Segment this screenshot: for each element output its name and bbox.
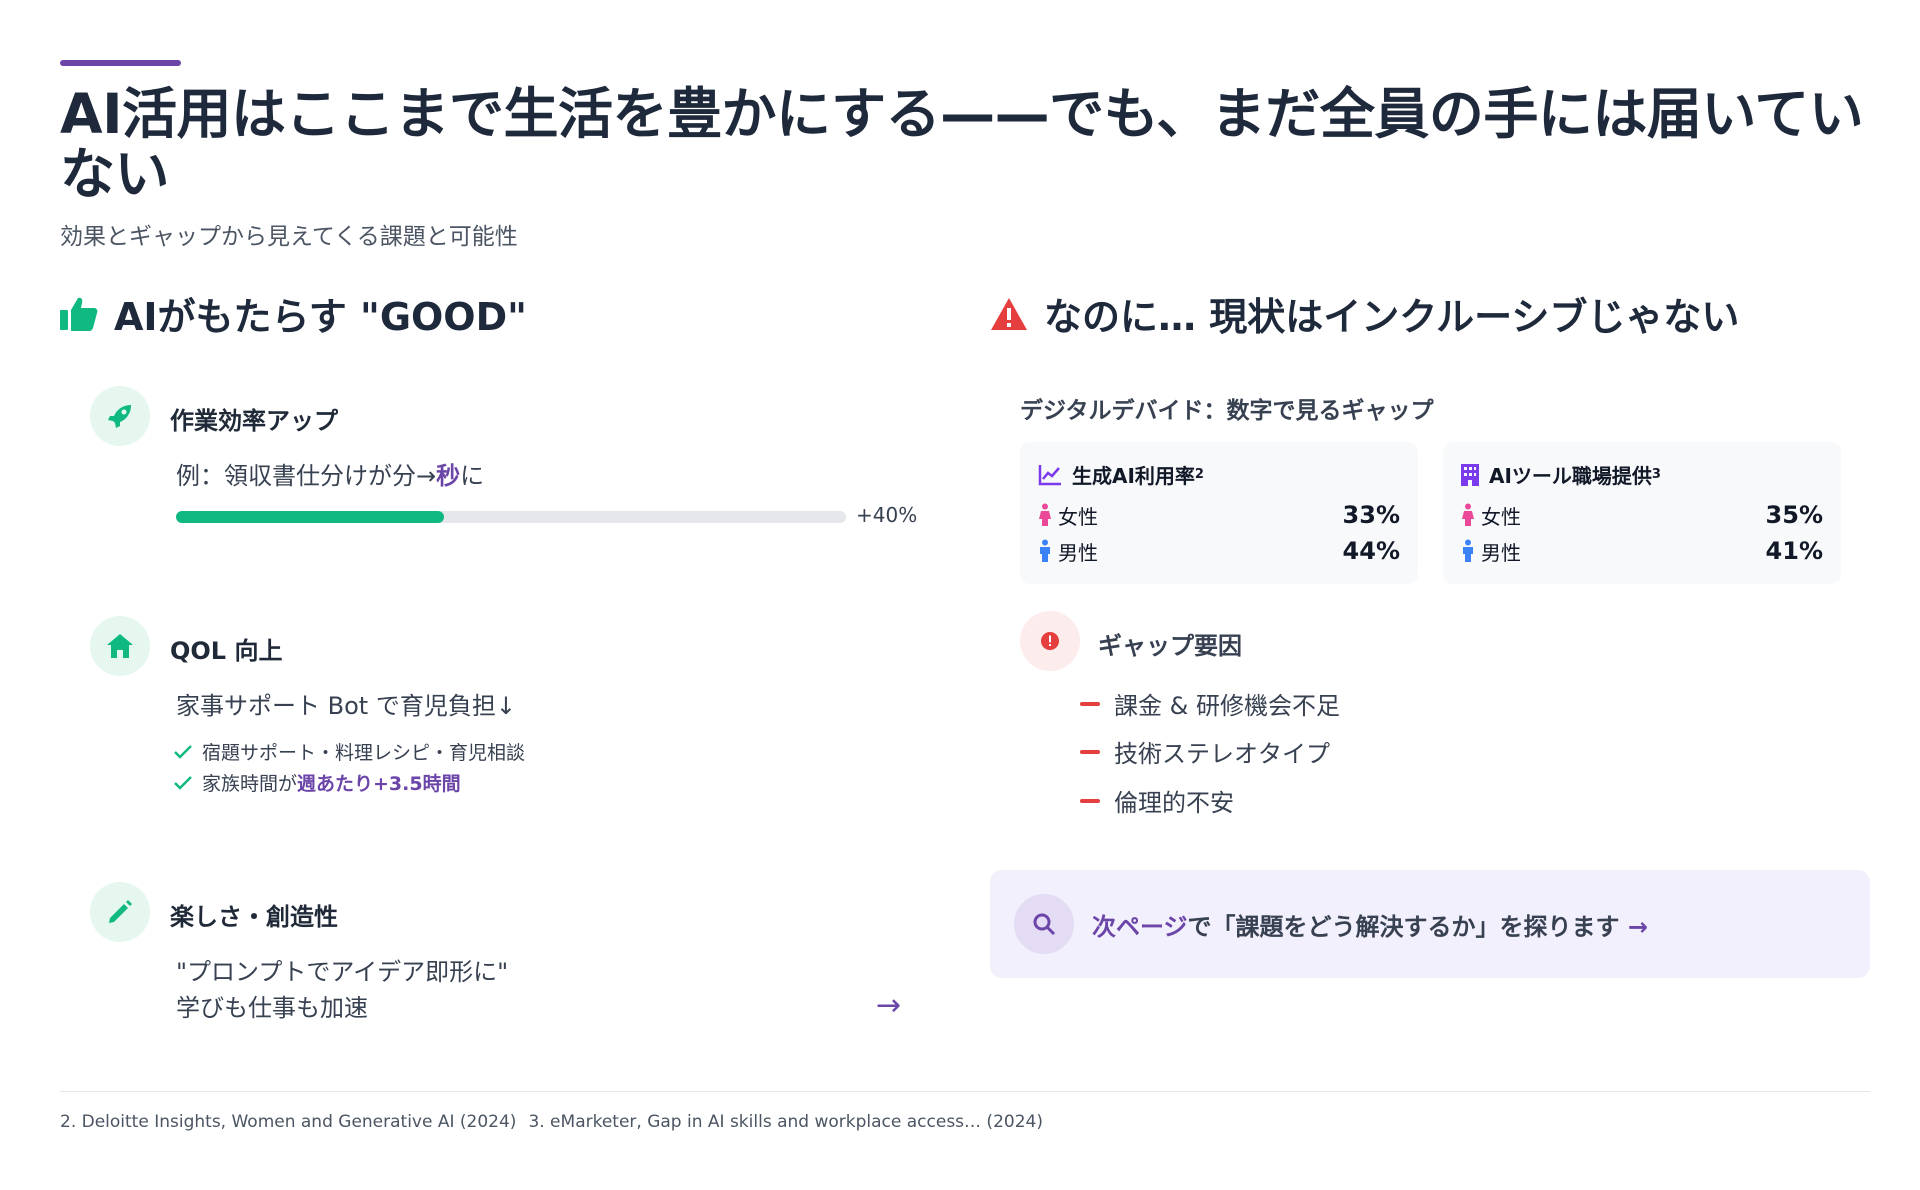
footnote-ref: 2 [1194,467,1204,482]
stat-row-male: 男性 41% [1461,533,1823,569]
footer-divider [60,1091,1870,1092]
check-icon [174,775,192,790]
next-page-link[interactable]: 次ページ [1092,913,1188,941]
factor-item: 課金 & 研修機会不足 [1080,686,1340,721]
good-heading-text: AIがもたらす "GOOD" [114,295,527,339]
warning-icon [990,297,1028,331]
gap-heading-text: なのに… 現状はインクルーシブじゃない [1044,295,1740,339]
stat-card-genai-usage: 生成AI利用率 2 女性 33% 男性 44% [1020,442,1418,584]
benefit-title: 楽しさ・創造性 [170,903,338,931]
check-item: 家族時間が 週あたり+3.5時間 [174,769,461,796]
dash-icon [1080,701,1100,706]
check-text: 宿題サポート・料理レシピ・育児相談 [202,742,526,764]
stat-row-female: 女性 33% [1038,497,1400,533]
factor-item: 技術ステレオタイプ [1080,734,1330,769]
page-subtitle: 効果とギャップから見えてくる課題と可能性 [60,224,518,250]
factor-item: 倫理的不安 [1080,783,1234,818]
female-icon [1461,503,1475,527]
check-item: 宿題サポート・料理レシピ・育児相談 [174,738,525,765]
pencil-icon [90,882,150,942]
progress-label: +40% [856,503,918,527]
thumbs-up-icon [60,296,98,332]
footnote-ref: 3 [1651,467,1661,482]
next-page-desc: で「課題をどう解決するか」を探ります [1187,912,1620,941]
gap-section-heading: なのに… 現状はインクルーシブじゃない [990,286,1739,341]
footnote: 3. eMarketer, Gap in AI skills and workp… [528,1112,1043,1132]
benefit-qol: QOL 向上 家事サポート Bot で育児負担↓ 宿題サポート・料理レシピ・育児… [90,616,920,796]
search-icon [1014,894,1074,954]
digital-divide-label: デジタルデバイド：数字で見るギャップ [1020,398,1434,424]
factor-text: 技術ステレオタイプ [1114,740,1330,768]
arrow-right-icon: → [876,988,902,1023]
row-value: 41% [1765,537,1823,565]
card-title-text: AIツール職場提供 [1489,464,1652,488]
row-label: 男性 [1058,540,1098,565]
footnotes: 2. Deloitte Insights, Women and Generati… [60,1112,1043,1132]
progress-fill [176,511,444,523]
page-title: AI活用はここまで生活を豊かにする——でも、まだ全員の手には届いていない [60,82,1864,206]
benefit-title: 作業効率アップ [170,407,338,435]
card-title: AIツール職場提供 3 [1461,460,1823,489]
example-prefix: 例：領収書仕分けが分→ [176,462,437,490]
stat-row-male: 男性 44% [1038,533,1400,569]
check-text: 家族時間が [202,773,298,795]
good-section-heading: AIがもたらす "GOOD" [60,286,527,341]
next-page-callout[interactable]: 次ページで「課題をどう解決するか」を探ります → [990,870,1870,978]
stat-row-female: 女性 35% [1461,497,1823,533]
female-icon [1038,503,1052,527]
benefit-title: QOL 向上 [170,637,283,665]
row-label: 女性 [1481,504,1521,529]
home-icon [90,616,150,676]
gap-factors-title: ギャップ要因 [1098,632,1242,660]
footnote: 2. Deloitte Insights, Women and Generati… [60,1112,517,1132]
benefit-efficiency: 作業効率アップ 例：領収書仕分けが分→秒に +40% [90,386,920,546]
efficiency-progress-bar [176,511,846,523]
building-icon [1461,463,1479,486]
factor-text: 倫理的不安 [1114,789,1234,817]
next-page-text: 次ページで「課題をどう解決するか」を探ります → [1092,907,1648,942]
factor-text: 課金 & 研修機会不足 [1114,692,1340,720]
example-highlight: 秒 [436,462,461,490]
benefit-text: 学びも仕事も加速 [176,994,368,1022]
rocket-icon [90,386,150,446]
dash-icon [1080,749,1100,754]
accent-bar [60,60,181,66]
row-value: 35% [1765,501,1823,529]
male-icon [1461,539,1475,563]
benefit-quote: "プロンプトでアイデア即形に" [176,958,509,986]
check-icon [174,744,192,759]
card-title-text: 生成AI利用率 [1072,464,1195,488]
check-highlight: 週あたり+3.5時間 [297,773,461,795]
example-suffix: に [460,462,485,490]
arrow-right-icon: → [1627,912,1648,941]
male-icon [1038,539,1052,563]
row-value: 33% [1342,501,1400,529]
row-label: 女性 [1058,504,1098,529]
benefit-text: 家事サポート Bot で育児負担↓ [176,692,516,720]
line-chart-icon [1038,464,1062,486]
stat-card-workplace-tools: AIツール職場提供 3 女性 35% 男性 41% [1443,442,1841,584]
card-title: 生成AI利用率 2 [1038,460,1400,489]
dash-icon [1080,798,1100,803]
alert-icon [1020,611,1080,671]
benefit-example: 例：領収書仕分けが分→秒に [176,458,484,495]
row-label: 男性 [1481,540,1521,565]
benefit-creativity: 楽しさ・創造性 "プロンプトでアイデア即形に" 学びも仕事も加速 [90,882,920,1032]
row-value: 44% [1342,537,1400,565]
